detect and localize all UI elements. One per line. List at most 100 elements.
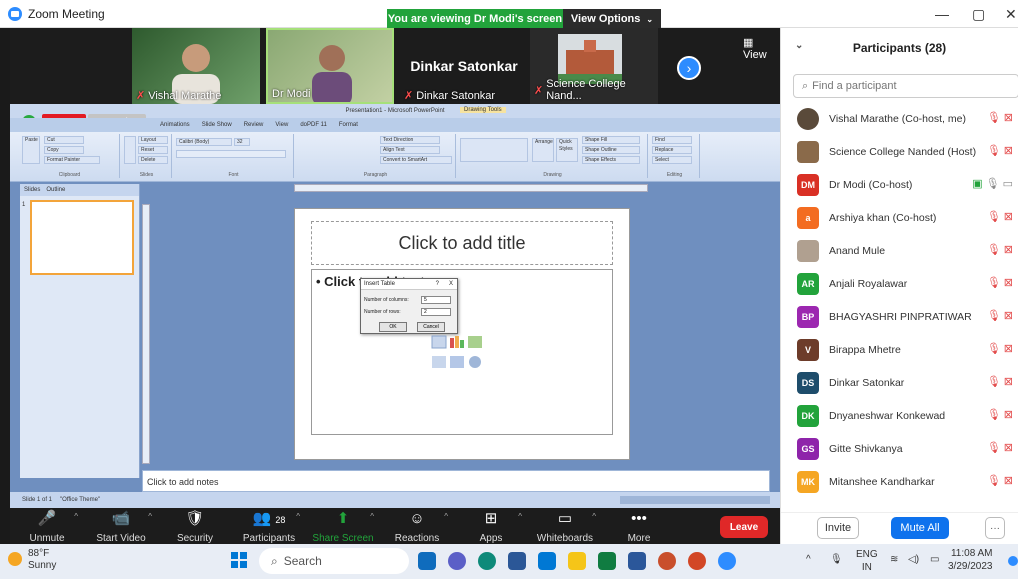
participant-search-input[interactable]: ⌕ Find a participant: [793, 74, 1018, 98]
wifi-icon[interactable]: ≋: [890, 554, 898, 565]
paste-button[interactable]: Paste: [22, 136, 40, 164]
zoom-taskbar-icon[interactable]: [718, 552, 736, 570]
participant-row[interactable]: GS Gitte Shivkanya 🎙 ⊠: [781, 432, 1018, 465]
shape-fill-button[interactable]: Shape Fill: [582, 136, 640, 144]
collapse-chevron-icon[interactable]: ⌄: [795, 40, 803, 51]
battery-icon[interactable]: ▭: [930, 554, 939, 565]
caret-up-icon[interactable]: ^: [444, 512, 448, 521]
view-options-button[interactable]: View Options ⌄: [563, 9, 661, 29]
language-indicator[interactable]: ENG IN: [856, 548, 878, 574]
share-screen-button[interactable]: ⬆ ^ Share Screen: [306, 508, 380, 544]
layout-button[interactable]: Layout: [138, 136, 168, 144]
windows-start-icon[interactable]: [231, 552, 247, 568]
video-tile-active-speaker[interactable]: Dr Modi: [266, 28, 394, 104]
minimize-icon[interactable]: —: [935, 6, 949, 22]
file-explorer-icon[interactable]: [568, 552, 586, 570]
align-text-button[interactable]: Align Text: [380, 146, 440, 154]
excel-icon[interactable]: [598, 552, 616, 570]
shapes-gallery[interactable]: [460, 138, 528, 162]
microphone-tray-icon[interactable]: 🎙: [830, 554, 843, 565]
participant-row[interactable]: V Birappa Mhetre 🎙 ⊠: [781, 333, 1018, 366]
invite-button[interactable]: Invite: [817, 517, 859, 539]
font-format-buttons[interactable]: [176, 150, 286, 158]
shape-effects-button[interactable]: Shape Effects: [582, 156, 640, 164]
taskbar-search[interactable]: ⌕ Search: [259, 548, 409, 574]
columns-input[interactable]: 5: [421, 296, 451, 304]
participant-row[interactable]: BP BHAGYASHRI PINPRATIWAR 🎙 ⊠: [781, 300, 1018, 333]
leave-button[interactable]: Leave: [720, 516, 768, 538]
dialog-close-icon[interactable]: X: [449, 281, 453, 287]
select-button[interactable]: Select: [652, 156, 692, 164]
content-placeholder[interactable]: • Click to add text Insert Table ? X Num…: [311, 269, 613, 435]
more-options-button[interactable]: ···: [985, 517, 1005, 539]
ribbon-tab[interactable]: Review: [244, 122, 264, 128]
slide-thumbnail[interactable]: [30, 200, 134, 275]
word-icon[interactable]: [628, 552, 646, 570]
whiteboards-button[interactable]: ▭ ^ Whiteboards: [528, 508, 602, 544]
reset-button[interactable]: Reset: [138, 146, 168, 154]
view-button[interactable]: ▦ View: [743, 36, 780, 61]
taskbar-app-icon[interactable]: [418, 552, 436, 570]
format-painter-button[interactable]: Format Painter: [44, 156, 100, 164]
slide-canvas[interactable]: Click to add title • Click to add text I…: [294, 208, 630, 460]
help-icon[interactable]: ?: [436, 281, 439, 287]
rows-input[interactable]: 2: [421, 308, 451, 316]
caret-up-icon[interactable]: ^: [296, 512, 300, 521]
caret-up-icon[interactable]: ^: [148, 512, 152, 521]
edge-icon[interactable]: [478, 552, 496, 570]
participant-row[interactable]: Science College Nanded (Host) 🎙 ⊠: [781, 135, 1018, 168]
text-direction-button[interactable]: Text Direction: [380, 136, 440, 144]
cancel-button[interactable]: Cancel: [417, 322, 445, 332]
store-icon[interactable]: [508, 552, 526, 570]
outline-tab[interactable]: Outline: [46, 187, 65, 193]
participant-row[interactable]: Vishal Marathe (Co-host, me) 🎙 ⊠: [781, 102, 1018, 135]
ribbon-tab[interactable]: Animations: [160, 122, 190, 128]
reactions-button[interactable]: ☺ ^ Reactions: [380, 508, 454, 544]
volume-icon[interactable]: ◁): [908, 554, 919, 565]
video-tile[interactable]: ✗ Science College Nand...: [530, 28, 658, 104]
weather-widget[interactable]: 88°F Sunny: [28, 548, 88, 572]
slides-tab[interactable]: Slides: [24, 187, 40, 193]
shape-outline-button[interactable]: Shape Outline: [582, 146, 640, 154]
participant-row[interactable]: a Arshiya khan (Co-host) 🎙 ⊠: [781, 201, 1018, 234]
caret-up-icon[interactable]: ^: [74, 512, 78, 521]
notes-pane[interactable]: Click to add notes: [142, 470, 770, 492]
cut-button[interactable]: Cut: [44, 136, 84, 144]
maximize-icon[interactable]: ▢: [972, 6, 985, 23]
mail-icon[interactable]: [538, 552, 556, 570]
unmute-button[interactable]: 🎤 ^ Unmute: [10, 508, 84, 544]
video-tile[interactable]: Dinkar Satonkar ✗ Dinkar Satonkar: [400, 28, 528, 104]
video-tile[interactable]: ✗ Vishal Marathe: [132, 28, 260, 104]
participant-row[interactable]: Anand Mule 🎙 ⊠: [781, 234, 1018, 267]
apps-button[interactable]: ⊞ ^ Apps: [454, 508, 528, 544]
next-page-arrow-icon[interactable]: ›: [677, 56, 701, 80]
title-placeholder[interactable]: Click to add title: [311, 221, 613, 265]
caret-up-icon[interactable]: ^: [370, 512, 374, 521]
notification-icon[interactable]: [1008, 556, 1018, 566]
insert-content-icons[interactable]: [430, 334, 490, 374]
powerpoint-icon[interactable]: [688, 552, 706, 570]
font-name-select[interactable]: Calibri (Body): [176, 138, 232, 146]
more-button[interactable]: ••• More: [602, 508, 676, 544]
participant-row[interactable]: DK Dnyaneshwar Konkewad 🎙 ⊠: [781, 399, 1018, 432]
delete-button[interactable]: Delete: [138, 156, 168, 164]
clock[interactable]: 11:08 AM 3/29/2023: [948, 547, 993, 573]
font-size-select[interactable]: 32: [234, 138, 250, 146]
caret-up-icon[interactable]: ^: [592, 512, 596, 521]
mute-all-button[interactable]: Mute All: [891, 517, 949, 539]
participant-row[interactable]: DM Dr Modi (Co-host) ▣ 🎙 ▭: [781, 168, 1018, 201]
ribbon-tab[interactable]: Format: [339, 122, 358, 128]
new-slide-button[interactable]: [124, 136, 136, 164]
participants-button[interactable]: 👥 28 ^ Participants: [232, 508, 306, 544]
ribbon-tab[interactable]: View: [275, 122, 288, 128]
security-button[interactable]: 🛡 Security: [158, 508, 232, 544]
teams-icon[interactable]: [448, 552, 466, 570]
ribbon-tab[interactable]: Slide Show: [202, 122, 232, 128]
chrome-icon[interactable]: [658, 552, 676, 570]
participant-row[interactable]: MK Mitanshee Kandharkar 🎙 ⊠: [781, 465, 1018, 498]
participant-row[interactable]: AR Anjali Royalawar 🎙 ⊠: [781, 267, 1018, 300]
zoom-slider[interactable]: [620, 496, 770, 504]
replace-button[interactable]: Replace: [652, 146, 692, 154]
ribbon-tab[interactable]: doPDF 11: [300, 122, 327, 128]
caret-up-icon[interactable]: ^: [518, 512, 522, 521]
